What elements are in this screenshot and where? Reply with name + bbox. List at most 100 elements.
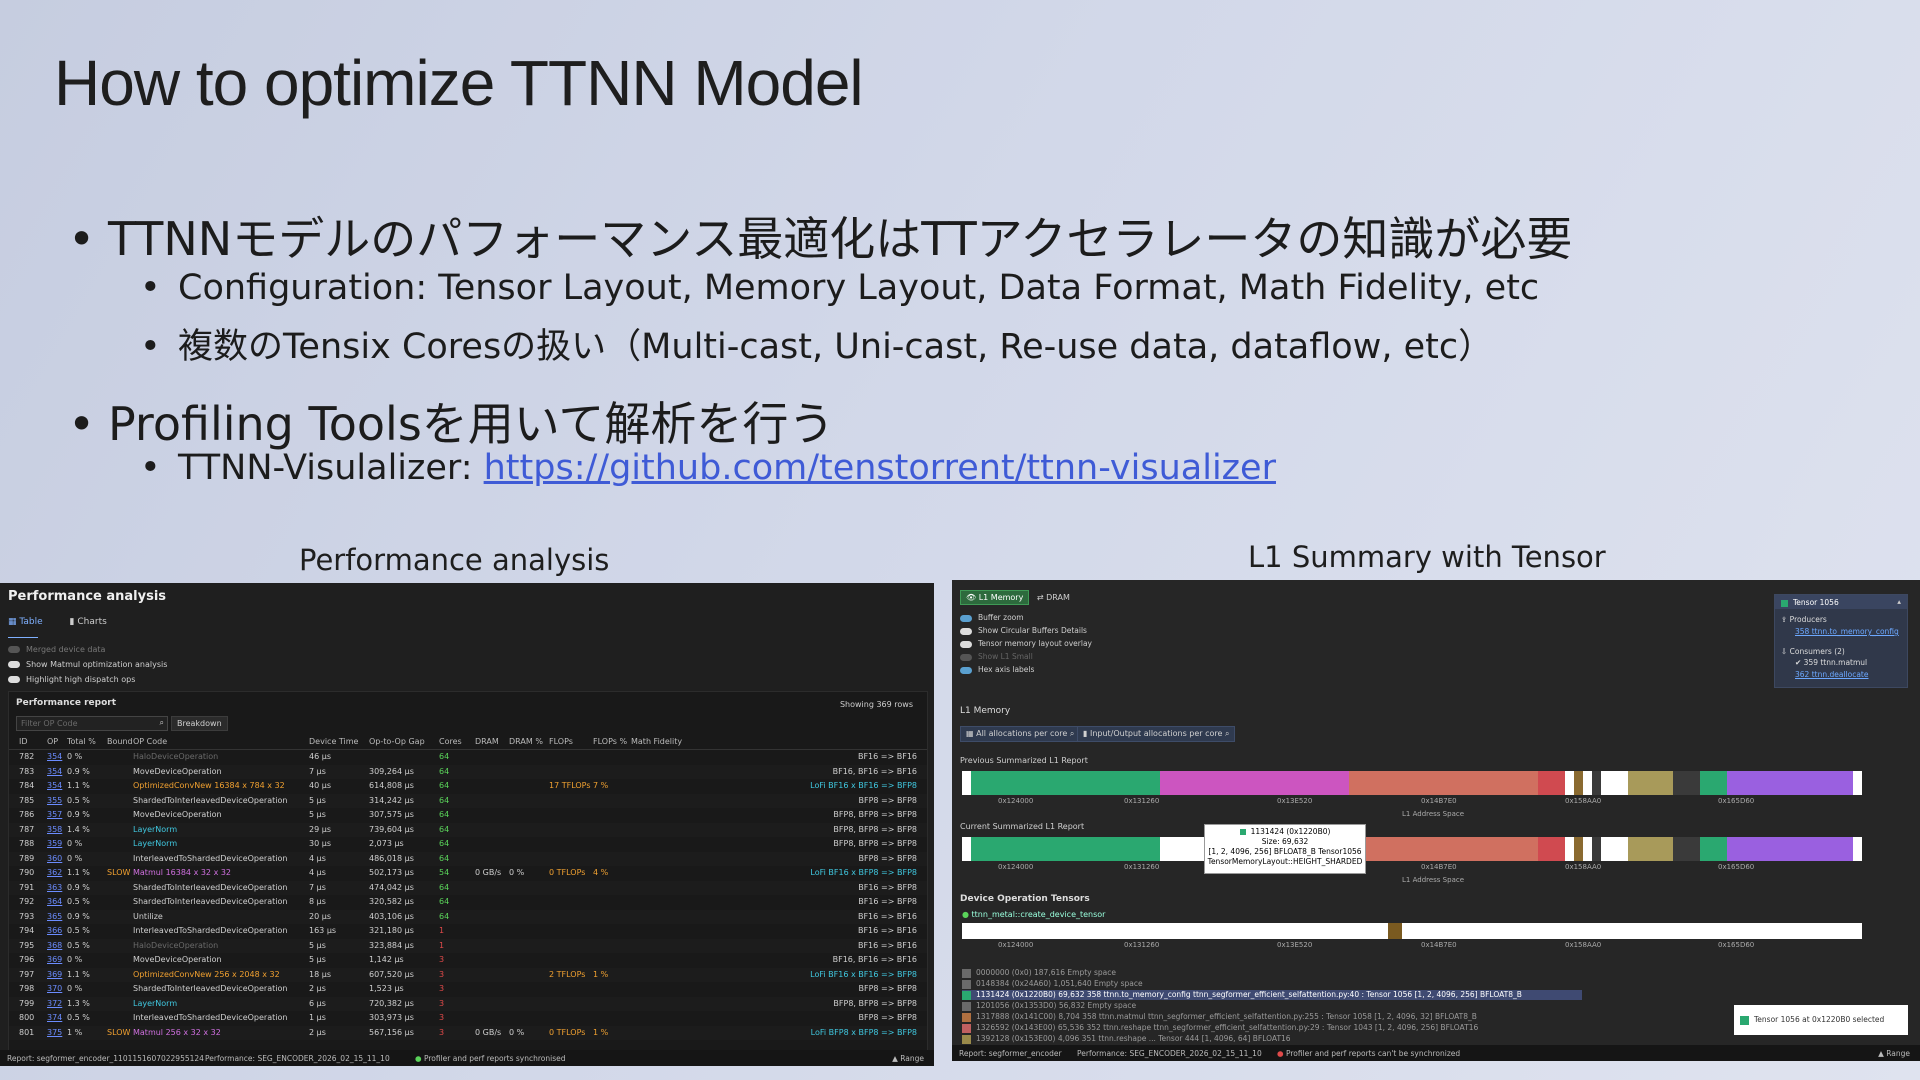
breakdown-button[interactable]: Breakdown (171, 716, 228, 731)
column-header[interactable]: ID (19, 737, 28, 746)
column-header[interactable]: OP Code (133, 737, 167, 746)
column-header[interactable]: DRAM % (509, 737, 543, 746)
memory-segment[interactable] (1628, 771, 1673, 795)
table-cell[interactable]: 354 (47, 767, 62, 776)
column-header[interactable]: OP (47, 737, 58, 746)
table-cell[interactable]: 359 (47, 839, 62, 848)
table-row[interactable]: 792 364 0.5 % ShardedToInterleavedDeviceOpe… (9, 895, 927, 909)
table-cell[interactable]: 363 (47, 883, 62, 892)
column-header[interactable]: Math Fidelity (631, 737, 682, 746)
table-cell[interactable]: 360 (47, 854, 62, 863)
table-cell[interactable]: 370 (47, 984, 62, 993)
toggle-switch[interactable] (960, 640, 972, 648)
table-row[interactable]: 790 362 1.1 % SLOW Matmul 16384 x 32 x 32 4 µ… (9, 866, 927, 880)
consumer-matmul[interactable]: ✔ 359 ttnn.matmul (1795, 658, 1867, 667)
tensor-list-item[interactable]: 0148384 (0x24A60) 1,051,640 Empty space (962, 979, 1143, 989)
io-allocations-button[interactable]: ▮ Input/Output allocations per core ⌕ (1077, 726, 1236, 742)
table-row[interactable]: 783 354 0.9 % MoveDeviceOperation 7 µs 309,26… (9, 764, 927, 779)
table-cell[interactable]: 354 (47, 781, 62, 790)
tensor-list-item[interactable]: 1392128 (0x153E00) 4,096 351 ttnn.reshap… (962, 1034, 1291, 1044)
column-header[interactable]: FLOPs (549, 737, 573, 746)
table-row[interactable]: 787 358 1.4 % LayerNorm 29 µs 739,604 µs 64 BFP… (9, 822, 927, 837)
table-row[interactable]: 798 370 0 % ShardedToInterleavedDeviceOpera… (9, 982, 927, 996)
memory-segment[interactable] (1574, 837, 1583, 861)
toggle-matmul[interactable]: Show Matmul optimization analysis (8, 660, 167, 669)
l1-toggle[interactable]: Hex axis labels (960, 665, 1092, 678)
memory-segment[interactable] (971, 771, 1160, 795)
tab-dram[interactable]: ⇄ DRAM (1032, 591, 1075, 604)
table-row[interactable]: 799 372 1.3 % LayerNorm 6 µs 720,382 µs 3 BFP8,… (9, 996, 927, 1011)
tab-charts[interactable]: ▮ Charts (70, 617, 119, 627)
tensor-list-item[interactable]: 1317888 (0x141C00) 8,704 358 ttnn.matmul… (962, 1012, 1477, 1022)
table-cell[interactable]: 355 (47, 796, 62, 805)
toggle-switch[interactable] (960, 627, 972, 635)
column-header[interactable]: Cores (439, 737, 462, 746)
memory-segment[interactable] (1673, 771, 1700, 795)
table-cell[interactable]: 374 (47, 1013, 62, 1022)
memory-segment[interactable] (1160, 771, 1349, 795)
table-row[interactable]: 785 355 0.5 % ShardedToInterleavedDeviceOpe… (9, 793, 927, 808)
memory-segment[interactable] (1601, 771, 1628, 795)
memory-segment[interactable] (1349, 837, 1538, 861)
table-cell[interactable]: 354 (47, 752, 62, 761)
memory-segment[interactable] (1583, 771, 1592, 795)
visualizer-link[interactable]: https://github.com/tenstorrent/ttnn-visu… (484, 448, 1276, 488)
tensor-list-item[interactable]: 1131424 (0x1220B0) 69,632 358 ttnn.to_me… (962, 990, 1582, 1000)
table-cell[interactable]: 362 (47, 868, 62, 877)
memory-segment[interactable] (1853, 837, 1862, 861)
tab-table[interactable]: ▦ Table (8, 617, 55, 627)
memory-segment[interactable] (971, 837, 1160, 861)
collapse-icon[interactable]: ▴ (1897, 597, 1901, 606)
toggle-switch[interactable] (960, 666, 972, 674)
memory-segment[interactable] (1349, 771, 1538, 795)
device-tensor-bar[interactable] (962, 923, 1862, 939)
table-cell[interactable]: 369 (47, 970, 62, 979)
curr-l1-bar[interactable] (962, 837, 1862, 861)
table-row[interactable]: 791 363 0.9 % ShardedToInterleavedDeviceOpe… (9, 880, 927, 895)
memory-segment[interactable] (1574, 771, 1583, 795)
memory-segment[interactable] (1565, 837, 1574, 861)
toggle-switch[interactable] (960, 614, 972, 622)
table-row[interactable]: 782 354 0 % HaloDeviceOperation 46 µs 64 BF16 … (9, 750, 927, 764)
column-header[interactable]: Bound (107, 737, 133, 746)
table-row[interactable]: 784 354 1.1 % OptimizedConvNew 16384 x 784 … (9, 779, 927, 793)
table-row[interactable]: 800 374 0.5 % InterleavedToShardedDeviceOpe… (9, 1011, 927, 1025)
toggle-dispatch[interactable]: Highlight high dispatch ops (8, 675, 135, 684)
memory-segment[interactable] (1592, 837, 1601, 861)
table-row[interactable]: 796 369 0 % MoveDeviceOperation 5 µs 1,142 µs… (9, 953, 927, 967)
table-cell[interactable]: 369 (47, 955, 62, 964)
table-cell[interactable]: 368 (47, 941, 62, 950)
table-row[interactable]: 788 359 0 % LayerNorm 30 µs 2,073 µs 64 BFP8, B… (9, 837, 927, 851)
table-cell[interactable]: 372 (47, 999, 62, 1008)
producer-link[interactable]: 358 ttnn.to_memory_config (1795, 627, 1899, 636)
l1-toggle[interactable]: Buffer zoom (960, 613, 1092, 626)
table-row[interactable]: 797 369 1.1 % OptimizedConvNew 256 x 2048 x… (9, 967, 927, 982)
l1-toggle[interactable]: Tensor memory layout overlay (960, 639, 1092, 652)
memory-segment[interactable] (1628, 837, 1673, 861)
memory-segment[interactable] (962, 771, 971, 795)
prev-l1-bar[interactable] (962, 771, 1862, 795)
all-allocations-button[interactable]: ▦ All allocations per core ⌕ (960, 726, 1081, 742)
table-row[interactable]: 786 357 0.9 % MoveDeviceOperation 5 µs 307,57… (9, 808, 927, 822)
tab-l1-memory[interactable]: 👁 L1 Memory (960, 590, 1030, 605)
column-header[interactable]: FLOPs % (593, 737, 627, 746)
memory-segment[interactable] (1853, 771, 1862, 795)
device-tensor-segment[interactable] (1388, 923, 1402, 939)
range-button[interactable]: ▲ Range (892, 1054, 924, 1063)
memory-segment[interactable] (1592, 771, 1601, 795)
toggle-switch[interactable] (960, 653, 972, 661)
tensor-list-item[interactable]: 1326592 (0x143E00) 65,536 352 ttnn.resha… (962, 1023, 1478, 1033)
column-header[interactable]: Device Time (309, 737, 358, 746)
consumer-deallocate[interactable]: 362 ttnn.deallocate (1795, 670, 1868, 679)
memory-segment[interactable] (1538, 771, 1565, 795)
memory-segment[interactable] (1727, 771, 1853, 795)
memory-segment[interactable] (962, 837, 971, 861)
toggle-merged[interactable]: Merged device data (8, 645, 105, 654)
table-row[interactable]: 789 360 0 % InterleavedToShardedDeviceOpera… (9, 851, 927, 866)
tensor-list-item[interactable]: 1201056 (0x1353D0) 56,832 Empty space (962, 1001, 1136, 1011)
table-row[interactable]: 795 368 0.5 % HaloDeviceOperation 5 µs 323,88… (9, 938, 927, 953)
memory-segment[interactable] (1538, 837, 1565, 861)
column-header[interactable]: Total % (67, 737, 96, 746)
column-header[interactable]: DRAM (475, 737, 499, 746)
table-cell[interactable]: 365 (47, 912, 62, 921)
